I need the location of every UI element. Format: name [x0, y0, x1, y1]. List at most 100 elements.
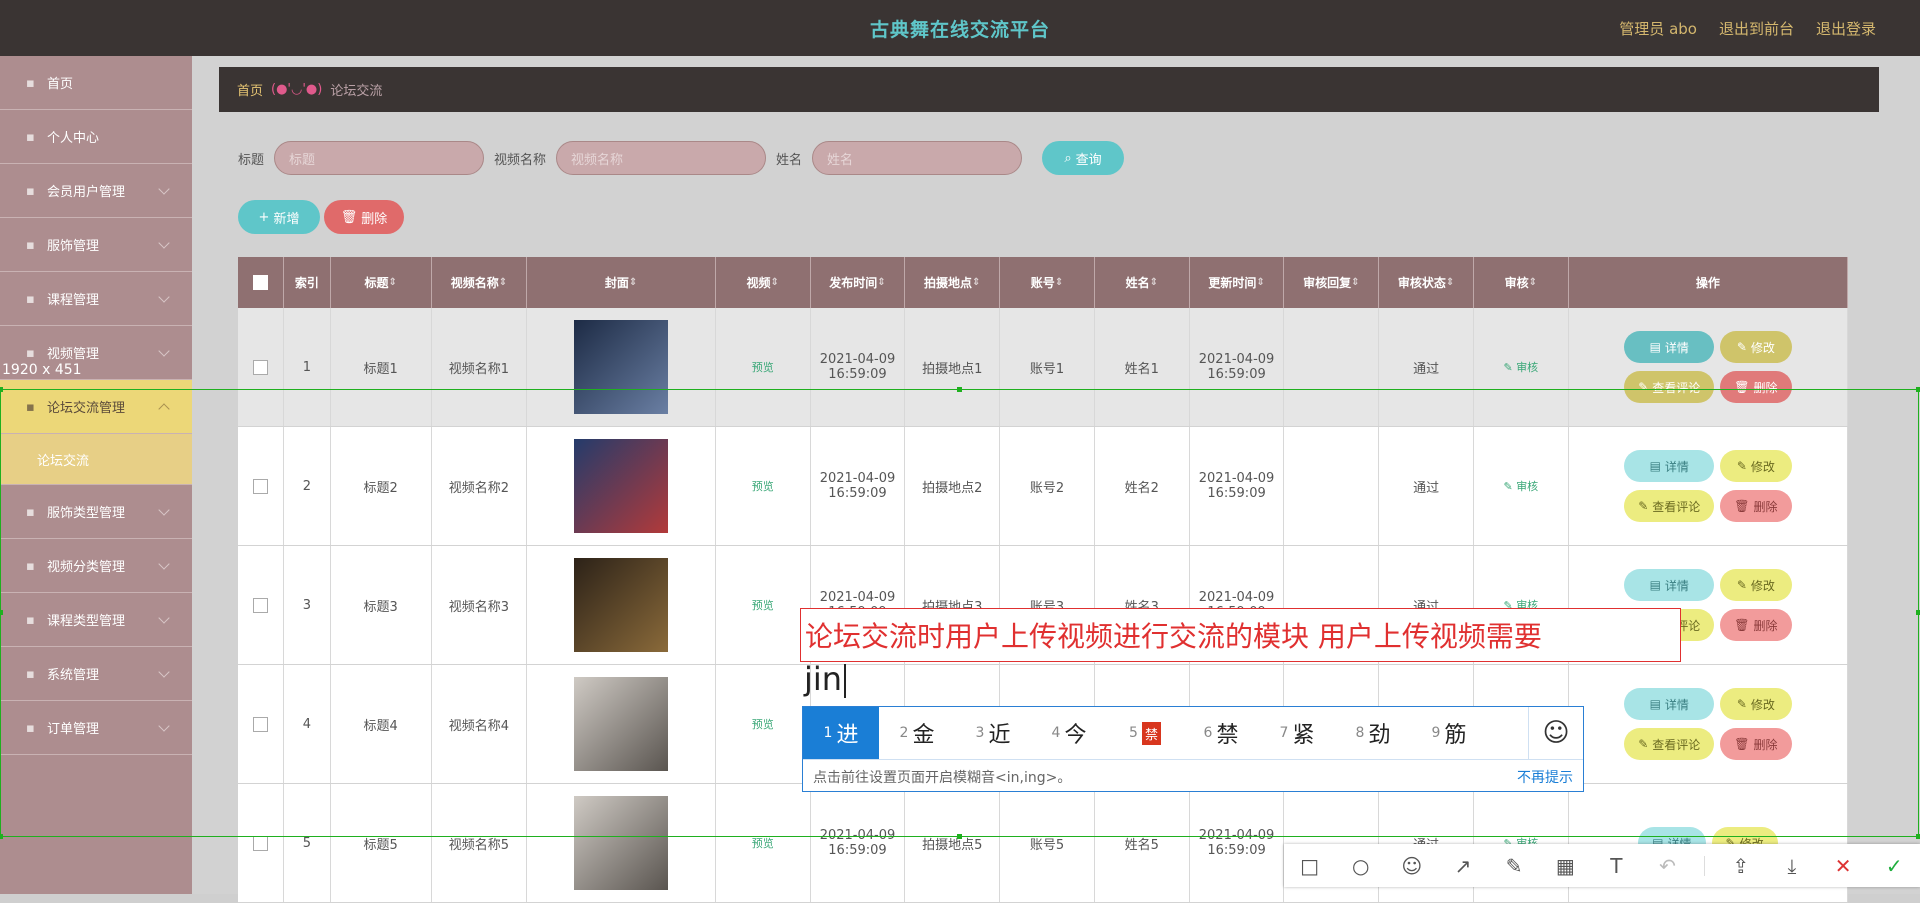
column-header[interactable]: 发布时间 ⇕: [811, 257, 906, 308]
delete-button[interactable]: 🗑 删除: [1720, 728, 1792, 760]
cover-image[interactable]: [574, 439, 669, 533]
candidate-number: 3: [975, 725, 985, 741]
sidebar-item[interactable]: ▪ 论坛交流管理: [0, 380, 192, 434]
sidebar-item[interactable]: ▪ 服饰管理: [0, 218, 192, 272]
preview-link[interactable]: 预览: [752, 597, 774, 613]
title-search-label: 标题: [238, 152, 265, 168]
share-icon[interactable]: ⇪: [1726, 851, 1756, 881]
ime-candidate[interactable]: 4今: [1031, 707, 1107, 759]
cover-image[interactable]: [574, 677, 669, 771]
title-search-input[interactable]: 标题: [274, 141, 485, 175]
row-checkbox[interactable]: [252, 835, 268, 851]
arrow-icon[interactable]: ↗: [1448, 851, 1478, 881]
sidebar-item[interactable]: ▪ 订单管理: [0, 701, 192, 755]
text-icon[interactable]: T: [1601, 851, 1631, 881]
sidebar-item[interactable]: ▪ 视频分类管理: [0, 539, 192, 593]
column-header[interactable]: 更新时间 ⇕: [1190, 257, 1285, 308]
view-comments-button[interactable]: ✎查看评论: [1624, 728, 1715, 760]
column-header[interactable]: 账号 ⇕: [1000, 257, 1095, 308]
ellipse-icon[interactable]: ○: [1346, 851, 1376, 881]
select-all-checkbox[interactable]: [252, 275, 268, 290]
ime-candidate[interactable]: 6禁: [1183, 707, 1259, 759]
sidebar-item[interactable]: ▪ 系统管理: [0, 647, 192, 701]
ime-candidate[interactable]: 5禁: [1107, 707, 1183, 759]
edit-button[interactable]: ✎修改: [1720, 569, 1792, 601]
row-account: 账号5: [1029, 837, 1065, 853]
row-checkbox[interactable]: [252, 716, 268, 732]
add-button[interactable]: + 新增: [238, 200, 320, 234]
sidebar-item[interactable]: ▪ 服饰类型管理: [0, 485, 192, 539]
detail-button[interactable]: ▤详情: [1624, 450, 1715, 482]
delete-button[interactable]: 🗑 删除: [1720, 609, 1792, 641]
column-header[interactable]: 姓名 ⇕: [1095, 257, 1190, 308]
mosaic-icon[interactable]: ▦: [1550, 851, 1580, 881]
ime-candidate[interactable]: 7紧: [1259, 707, 1335, 759]
column-header[interactable]: 审核 ⇕: [1474, 257, 1569, 308]
download-icon[interactable]: ⤓: [1777, 851, 1807, 881]
ime-candidate[interactable]: 3近: [955, 707, 1031, 759]
confirm-icon[interactable]: ✓: [1879, 851, 1909, 881]
candidate-number: 2: [899, 725, 909, 741]
breadcrumb-home[interactable]: 首页: [237, 80, 263, 99]
publish-time-cell: 2021-04-0916:59:09: [811, 427, 906, 545]
view-comments-button[interactable]: ✎查看评论: [1624, 371, 1715, 403]
batch-delete-button[interactable]: 🗑 删除: [324, 200, 404, 234]
delete-button[interactable]: 🗑 删除: [1720, 371, 1792, 403]
audit-link[interactable]: ✎ 审核: [1503, 478, 1538, 494]
ime-candidate[interactable]: 8劲: [1335, 707, 1411, 759]
sidebar-item[interactable]: ▪ 个人中心: [0, 110, 192, 164]
column-header[interactable]: 审核状态 ⇕: [1379, 257, 1474, 308]
emoji-sticker-icon[interactable]: ☺: [1397, 851, 1427, 881]
cover-image[interactable]: [574, 558, 669, 652]
detail-button[interactable]: ▤详情: [1624, 331, 1715, 363]
sidebar-subitem-forum[interactable]: 论坛交流: [0, 434, 192, 485]
row-checkbox[interactable]: [252, 478, 268, 494]
view-comments-button[interactable]: ✎查看评论: [1624, 490, 1715, 522]
preview-link[interactable]: 预览: [752, 359, 774, 375]
column-header[interactable]: 标题 ⇕: [331, 257, 432, 308]
column-header[interactable]: 封面 ⇕: [527, 257, 716, 308]
edit-button[interactable]: ✎修改: [1720, 688, 1792, 720]
cover-image[interactable]: [574, 796, 669, 890]
audit-link[interactable]: ✎ 审核: [1503, 359, 1538, 375]
rectangle-icon[interactable]: □: [1295, 851, 1325, 881]
detail-button[interactable]: ▤详情: [1624, 569, 1715, 601]
delete-button[interactable]: 🗑 删除: [1720, 490, 1792, 522]
name-search-input[interactable]: 姓名: [812, 141, 1023, 175]
video-search-input[interactable]: 视频名称: [556, 141, 767, 175]
account-cell: 账号1: [1000, 308, 1095, 426]
sidebar-item-label: 论坛交流管理: [47, 401, 126, 416]
cover-image[interactable]: [574, 320, 669, 414]
close-icon[interactable]: ✕: [1828, 851, 1858, 881]
ime-candidate[interactable]: 1进: [803, 707, 879, 759]
preview-link[interactable]: 预览: [752, 716, 774, 732]
logout-link[interactable]: 退出登录: [1816, 18, 1876, 39]
column-header[interactable]: 视频名称 ⇕: [432, 257, 528, 308]
column-header[interactable]: 视频 ⇕: [716, 257, 811, 308]
pen-icon[interactable]: ✎: [1499, 851, 1529, 881]
row-checkbox[interactable]: [252, 359, 268, 375]
column-header[interactable]: 审核回复 ⇕: [1284, 257, 1380, 308]
sidebar-item[interactable]: ▪ 会员用户管理: [0, 164, 192, 218]
edit-button[interactable]: ✎修改: [1720, 331, 1792, 363]
sidebar-item[interactable]: ▪ 首页: [0, 56, 192, 110]
column-header[interactable]: 索引: [284, 257, 331, 308]
annotation-text-box[interactable]: 论坛交流时用户上传视频进行交流的模块 用户上传视频需要: [800, 608, 1681, 662]
emoji-icon[interactable]: ☺: [1528, 707, 1583, 759]
video-name-cell: 视频名称4: [432, 665, 528, 783]
edit-button[interactable]: ✎修改: [1720, 450, 1792, 482]
preview-link[interactable]: 预览: [752, 835, 774, 851]
ime-candidate[interactable]: 2金: [879, 707, 955, 759]
sidebar-item[interactable]: ▪ 课程类型管理: [0, 593, 192, 647]
detail-button[interactable]: ▤详情: [1624, 688, 1715, 720]
query-button[interactable]: ⌕ 查询: [1042, 141, 1125, 175]
preview-link[interactable]: 预览: [752, 478, 774, 494]
ime-candidate[interactable]: 9筋: [1411, 707, 1487, 759]
column-header[interactable]: 拍摄地点 ⇕: [905, 257, 1001, 308]
sidebar-item[interactable]: ▪ 课程管理: [0, 272, 192, 326]
back-to-front-link[interactable]: 退出到前台: [1719, 18, 1794, 39]
ime-dismiss-link[interactable]: 不再提示: [1517, 767, 1573, 787]
undo-icon[interactable]: ↶: [1653, 851, 1683, 881]
row-checkbox[interactable]: [252, 597, 268, 613]
video-cell: 预览: [716, 784, 811, 902]
